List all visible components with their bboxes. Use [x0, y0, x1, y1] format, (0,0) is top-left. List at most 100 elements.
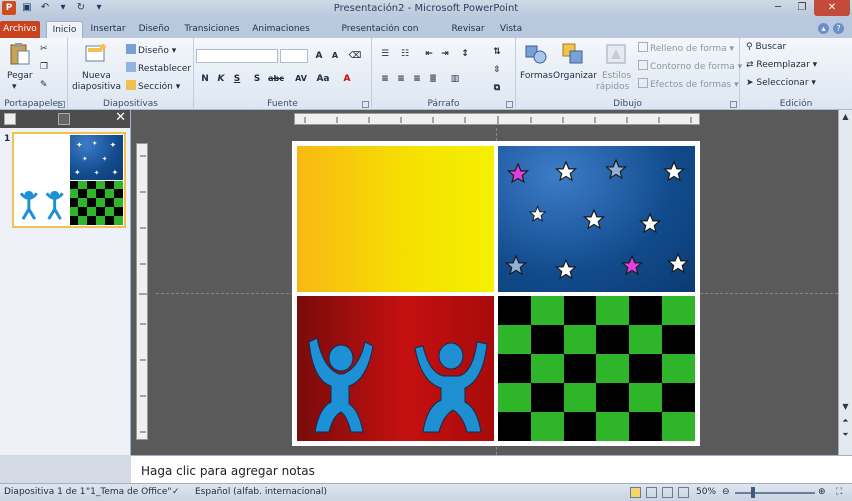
shapes-icon[interactable] — [524, 42, 548, 66]
cut-icon[interactable]: ✂ — [40, 44, 48, 54]
grow-font-button[interactable]: A — [312, 49, 326, 63]
minimize-ribbon-icon[interactable]: ▴ — [818, 23, 829, 34]
normal-view-icon[interactable] — [630, 487, 641, 498]
language[interactable]: Español (alfab. internacional) — [195, 487, 327, 497]
change-case-button[interactable]: Aa — [314, 72, 332, 86]
tab-archivo[interactable]: Archivo — [0, 21, 40, 38]
replace-button[interactable]: ⇄ Reemplazar ▾ — [746, 60, 817, 70]
tab-insertar[interactable]: Insertar — [88, 21, 128, 38]
smartart-icon[interactable]: ⧉ — [490, 81, 504, 95]
checker-quadrant[interactable] — [498, 295, 695, 441]
paste-button[interactable]: Pegar — [7, 71, 33, 81]
shapes-button[interactable]: Formas — [520, 71, 553, 81]
tab-revisar[interactable]: Revisar — [448, 21, 488, 38]
text-direction-icon[interactable]: ⇅ — [490, 45, 504, 59]
bullets-icon[interactable]: ☰ — [378, 47, 392, 61]
increase-indent-icon[interactable]: ⇥ — [438, 47, 452, 61]
fit-to-window-icon[interactable]: ⛶ — [836, 487, 842, 497]
previous-slide-icon[interactable]: ⏶ — [839, 416, 852, 426]
decrease-indent-icon[interactable]: ⇤ — [422, 47, 436, 61]
clear-format-icon[interactable]: ⌫ — [348, 49, 362, 63]
figures-quadrant[interactable] — [297, 295, 494, 441]
scroll-down-icon[interactable]: ▼ — [839, 402, 852, 411]
dibujo-launcher-icon[interactable] — [730, 101, 737, 108]
align-left-icon[interactable]: ≡ — [378, 72, 392, 86]
quick-styles-button-line2[interactable]: rápidos — [596, 82, 629, 92]
bold-button[interactable]: N — [198, 72, 212, 86]
quick-styles-button[interactable]: Estilos — [602, 71, 631, 81]
fuente-launcher-icon[interactable] — [362, 101, 369, 108]
slide-thumbnail[interactable]: ✦ ✦ ✦ ✦ ✦ ✦ ✦ ✦ — [12, 132, 126, 228]
notes-placeholder[interactable]: Haga clic para agregar notas — [141, 464, 315, 478]
close-window-button[interactable]: ✕ — [814, 0, 850, 16]
tab-presentacion[interactable]: Presentación con diapositivas — [318, 21, 442, 50]
line-spacing-icon[interactable]: ↕ — [458, 47, 472, 61]
new-slide-icon[interactable] — [84, 42, 108, 66]
justify-icon[interactable]: ≣ — [426, 72, 440, 86]
stars-quadrant[interactable] — [498, 146, 695, 292]
copy-icon[interactable]: ❐ — [40, 62, 48, 72]
zoom-out-icon[interactable]: ⊖ — [722, 487, 730, 497]
tab-transiciones[interactable]: Transiciones — [180, 21, 244, 38]
close-pane-icon[interactable]: ✕ — [115, 111, 126, 125]
underline-button[interactable]: S — [230, 72, 244, 86]
align-center-icon[interactable]: ≡ — [394, 72, 408, 86]
scroll-up-icon[interactable]: ▲ — [839, 112, 852, 121]
paste-icon[interactable] — [8, 42, 32, 66]
parrafo-launcher-icon[interactable] — [506, 101, 513, 108]
theme-name[interactable]: "1_Tema de Office" — [86, 487, 172, 497]
notes-pane[interactable]: Haga clic para agregar notas — [131, 455, 852, 483]
font-size-combo[interactable] — [280, 49, 308, 63]
slideshow-icon[interactable] — [678, 487, 689, 498]
layout-button[interactable]: Diseño ▾ — [126, 44, 176, 56]
minimize-button[interactable]: ─ — [766, 0, 790, 16]
shape-fill-button[interactable]: Relleno de forma ▾ — [638, 42, 734, 54]
new-slide-button-line2[interactable]: diapositiva — [72, 82, 121, 92]
char-spacing-button[interactable]: AV — [292, 72, 310, 86]
slides-tab-icon[interactable] — [4, 113, 16, 125]
zoom-slider[interactable] — [735, 492, 815, 494]
maximize-button[interactable]: ❐ — [790, 0, 814, 16]
section-button[interactable]: Sección ▾ — [126, 80, 180, 92]
shape-outline-button[interactable]: Contorno de forma ▾ — [638, 60, 742, 72]
new-slide-button[interactable]: Nueva — [82, 71, 111, 81]
tab-vista[interactable]: Vista — [494, 21, 528, 38]
arrange-icon[interactable] — [561, 42, 585, 66]
zoom-slider-thumb[interactable] — [751, 487, 755, 498]
yellow-gradient-quadrant[interactable] — [297, 146, 494, 292]
arrange-button[interactable]: Organizar — [553, 71, 597, 81]
shrink-font-button[interactable]: A — [328, 49, 342, 63]
outline-tab-icon[interactable] — [58, 113, 70, 125]
vertical-scrollbar[interactable]: ▲ ▼ ⏶ ⏷ — [838, 110, 852, 455]
spell-check-icon[interactable]: ✓ — [172, 487, 180, 497]
align-right-icon[interactable]: ≡ — [410, 72, 424, 86]
portapapeles-launcher-icon[interactable] — [58, 101, 65, 108]
numbering-icon[interactable]: ☷ — [398, 47, 412, 61]
ribbon: Pegar ▾ ✂ ❐ ✎ Portapapeles Nueva diaposi… — [0, 38, 852, 110]
help-icon[interactable]: ? — [833, 23, 844, 34]
reading-view-icon[interactable] — [662, 487, 673, 498]
find-button[interactable]: ⚲ Buscar — [746, 42, 786, 52]
strikethrough-button[interactable]: abc — [266, 72, 286, 86]
shape-effects-button[interactable]: Efectos de formas ▾ — [638, 78, 739, 90]
slide-canvas[interactable] — [292, 141, 700, 446]
shadow-button[interactable]: S — [250, 72, 264, 86]
align-text-icon[interactable]: ⇳ — [490, 63, 504, 77]
quick-styles-icon[interactable] — [604, 42, 628, 66]
star-icon — [663, 161, 685, 181]
zoom-in-icon[interactable]: ⊕ — [818, 487, 826, 497]
font-color-button[interactable]: A — [340, 72, 354, 86]
columns-icon[interactable]: ▥ — [448, 72, 462, 86]
italic-button[interactable]: K — [214, 72, 228, 86]
tab-diseno[interactable]: Diseño — [134, 21, 174, 38]
zoom-level[interactable]: 50% — [696, 487, 716, 497]
tab-animaciones[interactable]: Animaciones — [248, 21, 314, 38]
slide-sorter-icon[interactable] — [646, 487, 657, 498]
select-button[interactable]: ➤ Seleccionar ▾ — [746, 78, 816, 88]
reset-button[interactable]: Restablecer — [126, 62, 191, 74]
format-painter-icon[interactable]: ✎ — [40, 80, 48, 90]
paste-dropdown-icon[interactable]: ▾ — [12, 82, 17, 92]
font-name-combo[interactable] — [196, 49, 278, 63]
tab-inicio[interactable]: Inicio — [46, 21, 83, 38]
next-slide-icon[interactable]: ⏷ — [839, 430, 852, 440]
